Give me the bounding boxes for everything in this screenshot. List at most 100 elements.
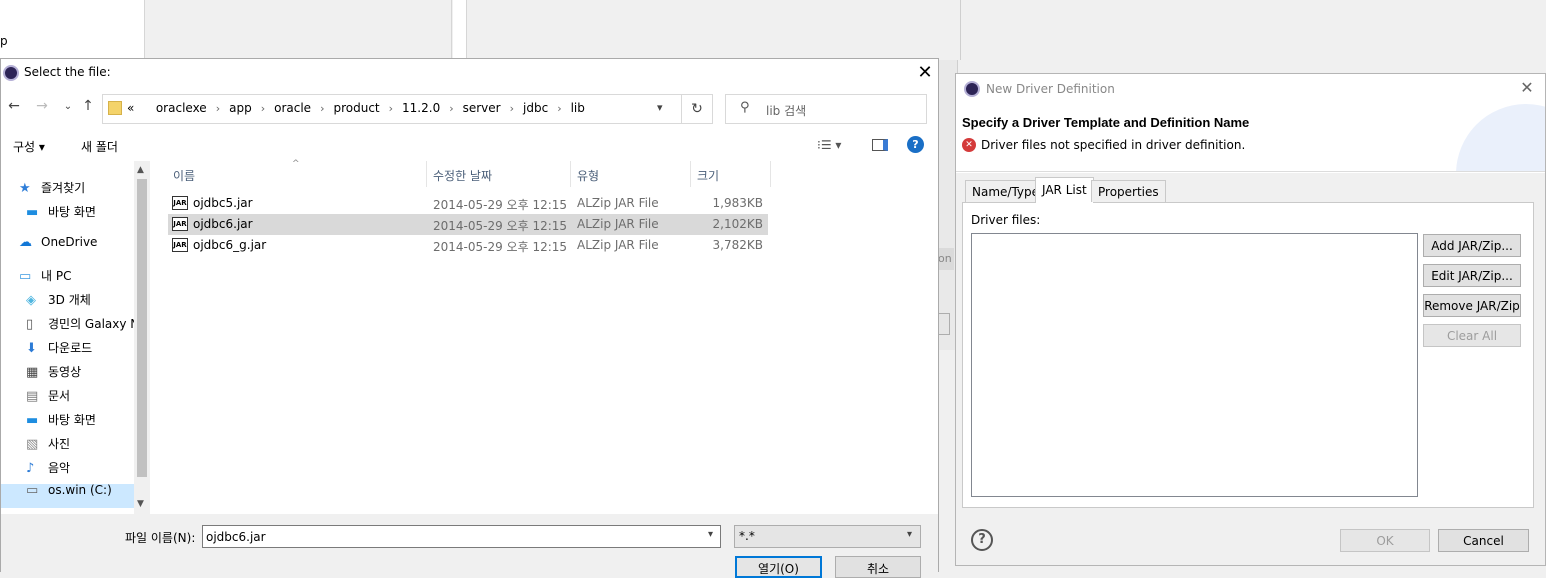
column-divider[interactable] — [426, 161, 427, 187]
file-row[interactable]: JAR ojdbc6_g.jar 2014-05-29 오후 12:15 ALZip … — [168, 235, 768, 256]
help-icon[interactable]: ? — [907, 136, 924, 153]
column-header-size[interactable]: 크기 — [697, 167, 719, 184]
file-date: 2014-05-29 오후 12:15 — [433, 219, 568, 233]
nav-item[interactable]: ▦ 동영상 — [26, 363, 81, 385]
nav-item[interactable]: ▬ 바탕 화면 — [26, 411, 96, 433]
file-type: ALZip JAR File — [577, 217, 659, 231]
file-row[interactable]: JAR ojdbc5.jar 2014-05-29 오후 12:15 ALZip JA… — [168, 193, 768, 214]
breadcrumb-item[interactable]: jdbc — [523, 101, 548, 115]
error-message: Driver files not specified in driver def… — [981, 138, 1246, 152]
background-partial-text: p — [0, 34, 8, 48]
chevron-down-icon[interactable]: ▾ — [708, 529, 713, 540]
file-name: ojdbc5.jar — [193, 196, 253, 210]
film-icon: ▦ — [26, 364, 39, 380]
nav-item[interactable]: ★ 즐겨찾기 — [19, 179, 85, 201]
nav-item-label: 사진 — [48, 437, 71, 451]
header-decoration — [1456, 104, 1545, 171]
file-dialog-toolbar: 구성 ▾ 새 폴더 ⁝☰ ▾ ? — [1, 131, 938, 159]
desktop-icon: ▬ — [26, 412, 39, 428]
refresh-icon[interactable]: ↻ — [681, 95, 712, 123]
breadcrumb-item[interactable]: oracle — [274, 101, 311, 115]
new-folder-button[interactable]: 새 폴더 — [81, 138, 118, 155]
computer-icon: ▭ — [19, 268, 32, 284]
view-options-button[interactable]: ⁝☰ ▾ — [817, 138, 841, 152]
scrollbar-thumb[interactable] — [137, 179, 147, 477]
nav-item[interactable]: ▭ 내 PC — [19, 267, 71, 289]
back-arrow-icon[interactable]: ← — [5, 98, 23, 114]
breadcrumb-item[interactable]: server — [463, 101, 501, 115]
file-type: ALZip JAR File — [577, 238, 659, 252]
nav-item[interactable]: ▧ 사진 — [26, 435, 70, 457]
nav-item[interactable]: ▬ 바탕 화면 — [26, 203, 96, 225]
cancel-button[interactable]: 취소 — [835, 556, 921, 578]
music-icon: ♪ — [26, 460, 35, 476]
column-header-date[interactable]: 수정한 날짜 — [433, 167, 492, 184]
driver-dialog-header: Specify a Driver Template and Definition… — [956, 104, 1545, 172]
organize-button[interactable]: 구성 ▾ — [13, 138, 45, 155]
tab-jar-list[interactable]: JAR List — [1035, 177, 1094, 203]
nav-item[interactable]: ▯ 경민의 Galaxy N — [26, 315, 139, 337]
tab-name-type[interactable]: Name/Type — [965, 180, 1047, 202]
scroll-down-icon[interactable]: ▼ — [137, 499, 144, 509]
column-header-type[interactable]: 유형 — [577, 167, 599, 184]
file-size: 2,102KB — [712, 217, 763, 231]
chevron-down-icon[interactable]: ▾ — [907, 529, 912, 540]
column-divider[interactable] — [570, 161, 571, 187]
preview-pane-icon[interactable] — [872, 139, 888, 151]
close-icon[interactable]: ✕ — [913, 61, 937, 85]
driver-files-list[interactable] — [971, 233, 1418, 497]
nav-item-label: 즐겨찾기 — [41, 181, 86, 195]
open-button[interactable]: 열기(O) — [735, 556, 822, 578]
background-window-panel — [453, 0, 467, 60]
help-icon[interactable]: ? — [971, 529, 993, 551]
jar-file-icon: JAR — [172, 238, 188, 252]
tab-properties[interactable]: Properties — [1091, 180, 1166, 202]
nav-item-label: 내 PC — [41, 269, 72, 283]
column-header-name[interactable]: 이름 — [173, 167, 195, 184]
cancel-button[interactable]: Cancel — [1438, 529, 1529, 552]
breadcrumb-overflow[interactable]: « — [127, 101, 134, 115]
nav-item[interactable]: ♪ 음악 — [26, 459, 70, 481]
chevron-down-icon[interactable]: ▾ — [657, 101, 669, 114]
nav-item[interactable]: ☁ OneDrive — [19, 235, 97, 257]
jar-list-panel: Driver files: Add JAR/Zip... Edit JAR/Zi… — [962, 202, 1534, 508]
up-arrow-icon[interactable]: ↑ — [79, 98, 97, 114]
file-open-dialog: Select the file: ✕ ← → ⌄ ↑ « oraclexe › ap… — [0, 58, 939, 578]
ok-button[interactable]: OK — [1340, 529, 1430, 552]
nav-item[interactable]: ▤ 문서 — [26, 387, 70, 409]
nav-item[interactable]: ◈ 3D 개체 — [26, 291, 91, 313]
address-bar[interactable]: « oraclexe › app › oracle › product › 11.2.0 › ser… — [102, 94, 713, 124]
file-dialog-titlebar: Select the file: ✕ — [1, 59, 938, 87]
remove-jar-button[interactable]: Remove JAR/Zip — [1423, 294, 1521, 317]
eclipse-icon — [3, 65, 19, 81]
clear-all-button[interactable]: Clear All — [1423, 324, 1521, 347]
recent-locations-chevron-icon[interactable]: ⌄ — [59, 101, 77, 112]
background-partial-button: on — [938, 248, 954, 270]
add-jar-button[interactable]: Add JAR/Zip... — [1423, 234, 1521, 257]
file-size: 3,782KB — [712, 238, 763, 252]
nav-scrollbar[interactable]: ▲ ▼ — [134, 161, 150, 514]
file-dialog-footer: 파일 이름(N): ojdbc6.jar ▾ *.* ▾ 열기(O) 취소 — [1, 514, 938, 578]
driver-dialog-footer: ? OK Cancel — [956, 517, 1545, 565]
column-divider[interactable] — [770, 161, 771, 187]
nav-item-label: 3D 개체 — [48, 293, 91, 307]
driver-dialog-body: Driver files: Add JAR/Zip... Edit JAR/Zi… — [956, 173, 1545, 517]
edit-jar-button[interactable]: Edit JAR/Zip... — [1423, 264, 1521, 287]
breadcrumb-item[interactable]: oraclexe — [156, 101, 207, 115]
breadcrumb-item[interactable]: lib — [571, 101, 585, 115]
breadcrumb-item[interactable]: app — [229, 101, 252, 115]
scroll-up-icon[interactable]: ▲ — [137, 165, 144, 175]
file-row[interactable]: JAR ojdbc6.jar 2014-05-29 오후 12:15 ALZip JA… — [168, 214, 768, 235]
breadcrumb-item[interactable]: 11.2.0 — [402, 101, 440, 115]
close-icon[interactable]: ✕ — [1516, 77, 1538, 99]
search-input[interactable]: ⚲ lib 검색 — [725, 94, 927, 124]
column-divider[interactable] — [690, 161, 691, 187]
file-list: ^ 이름 수정한 날짜 유형 크기 JAR ojdbc5.jar 2014-05-2… — [151, 159, 938, 514]
nav-item[interactable]: ⬇ 다운로드 — [26, 339, 92, 361]
breadcrumb-item[interactable]: product — [333, 101, 379, 115]
sort-ascending-icon: ^ — [292, 159, 300, 169]
forward-arrow-icon[interactable]: → — [33, 98, 51, 114]
filename-input[interactable]: ojdbc6.jar — [202, 525, 721, 548]
filetype-select[interactable]: *.* — [734, 525, 921, 548]
nav-item[interactable]: ▭ os.win (C:) — [26, 483, 112, 505]
